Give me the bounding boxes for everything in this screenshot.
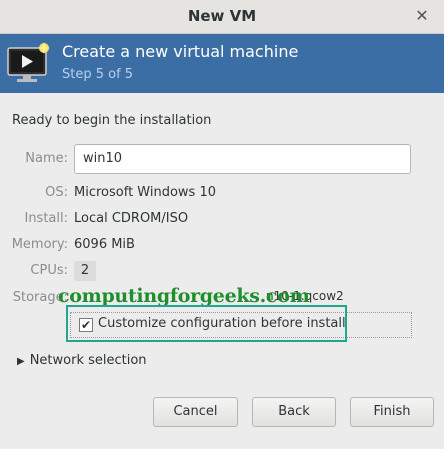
memory-value: 6096 MiB [74, 237, 135, 252]
os-value: Microsoft Windows 10 [74, 185, 216, 200]
wizard-banner: Create a new virtual machine Step 5 of 5 [0, 34, 444, 93]
customize-checkbox[interactable]: ✔ [79, 318, 93, 332]
cpus-value: 2 [74, 261, 96, 281]
close-icon[interactable]: ✕ [410, 4, 434, 28]
network-selection-expander[interactable]: ▶ Network selection [17, 353, 147, 368]
os-label: OS: [45, 185, 68, 200]
ready-text: Ready to begin the installation [12, 113, 212, 128]
install-value: Local CDROM/ISO [74, 211, 189, 226]
cpus-label: CPUs: [30, 263, 68, 278]
install-label: Install: [24, 211, 68, 226]
wizard-heading: Create a new virtual machine [62, 42, 299, 61]
cancel-button[interactable]: Cancel [153, 397, 238, 427]
customize-label[interactable]: Customize configuration before install [98, 316, 346, 331]
expand-arrow-icon: ▶ [17, 356, 25, 367]
network-selection-label: Network selection [29, 353, 147, 368]
back-button[interactable]: Back [252, 397, 336, 427]
window-title: New VM [187, 7, 257, 25]
watermark-text: computingforgeeks.com [58, 285, 310, 307]
name-input[interactable]: win10 [74, 144, 411, 174]
finish-button[interactable]: Finish [350, 397, 434, 427]
title-bar: New VM ✕ [0, 0, 444, 34]
vm-monitor-icon [7, 42, 50, 82]
wizard-content: Ready to begin the installation Name: wi… [0, 93, 444, 449]
name-label: Name: [25, 151, 68, 166]
wizard-step: Step 5 of 5 [62, 67, 134, 82]
memory-label: Memory: [11, 237, 68, 252]
